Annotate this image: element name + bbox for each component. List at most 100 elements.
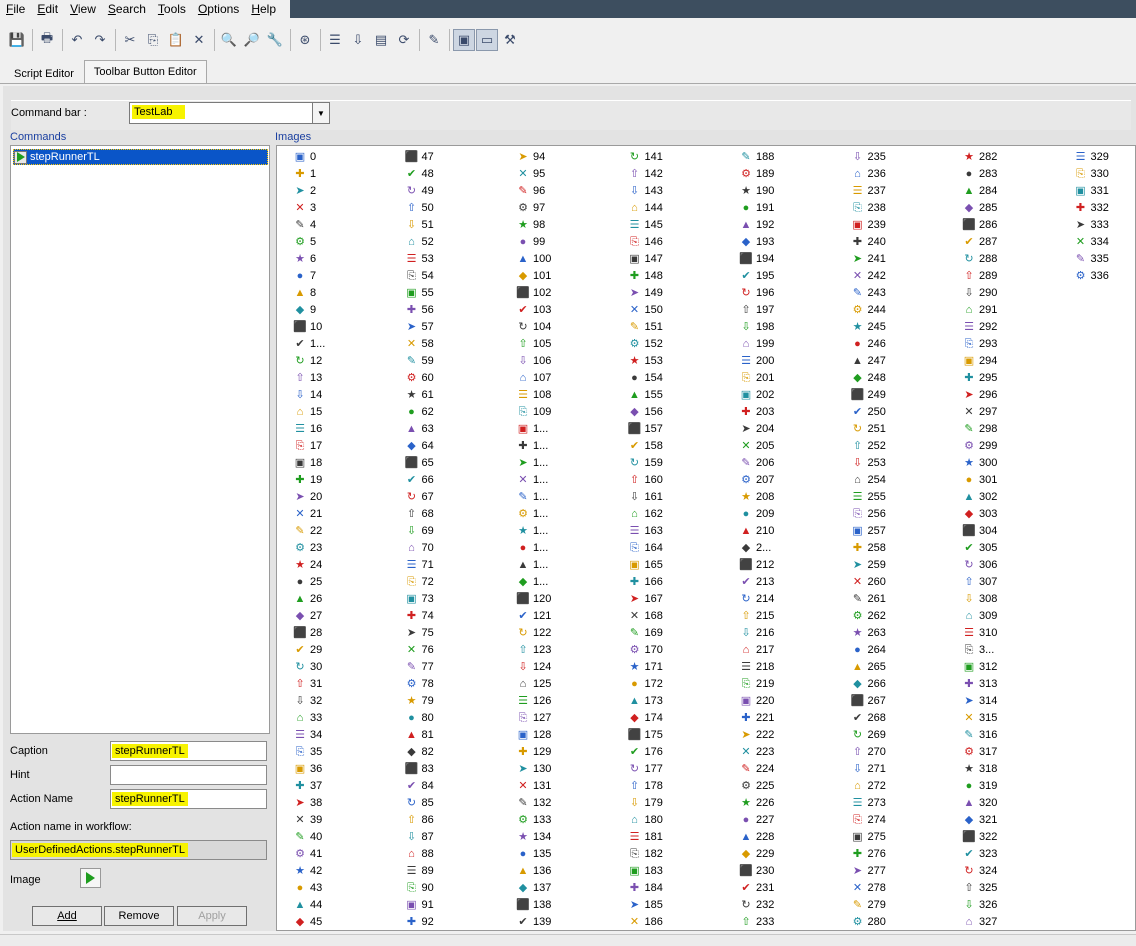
- image-item[interactable]: ★ 190: [739, 182, 849, 199]
- image-item[interactable]: ◆ 101: [516, 267, 626, 284]
- image-item[interactable]: ⇩ 235: [851, 148, 961, 165]
- image-item[interactable]: ⬛ 212: [739, 556, 849, 573]
- image-item[interactable]: ✕ 223: [739, 743, 849, 760]
- image-item[interactable]: ⚙ 5: [293, 233, 403, 250]
- image-item[interactable]: ⇧ 197: [739, 301, 849, 318]
- image-item[interactable]: ⇧ 289: [962, 267, 1072, 284]
- image-item[interactable]: ✕ 205: [739, 437, 849, 454]
- image-item[interactable]: ⌂ 272: [851, 777, 961, 794]
- image-item[interactable]: ⚙ 262: [851, 607, 961, 624]
- image-item[interactable]: ✚ 19: [293, 471, 403, 488]
- images-grid[interactable]: ▣ 0 ✚ 1 ➤ 2 ✕ 3 ✎ 4 ⚙ 5 ★ 6 ● 7 ▲ 8 ◆ 9 ⬛ 10 ✔ 1... ↻ 12 ⇧ 13 ⇩ 14 ⌂ 15…: [276, 145, 1136, 931]
- image-item[interactable]: ↻ 85: [405, 794, 515, 811]
- image-item[interactable]: ↻ 104: [516, 318, 626, 335]
- image-item[interactable]: ⇧ 50: [405, 199, 515, 216]
- image-item[interactable]: ▲ 173: [628, 692, 738, 709]
- image-item[interactable]: ☰ 218: [739, 658, 849, 675]
- image-item[interactable]: ➤ 222: [739, 726, 849, 743]
- image-item[interactable]: ↻ 324: [962, 862, 1072, 879]
- image-item[interactable]: ⬛ 175: [628, 726, 738, 743]
- image-item[interactable]: ★ 61: [405, 386, 515, 403]
- image-item[interactable]: ✎ 77: [405, 658, 515, 675]
- image-item[interactable]: ★ 153: [628, 352, 738, 369]
- image-item[interactable]: ⎘ 238: [851, 199, 961, 216]
- image-item[interactable]: ✕ 21: [293, 505, 403, 522]
- image-item[interactable]: ✔ 213: [739, 573, 849, 590]
- image-item[interactable]: ▣ 257: [851, 522, 961, 539]
- image-item[interactable]: ⌂ 125: [516, 675, 626, 692]
- image-item[interactable]: ✚ 184: [628, 879, 738, 896]
- image-item[interactable]: ✔ 84: [405, 777, 515, 794]
- image-item[interactable]: ⎘ 127: [516, 709, 626, 726]
- image-item[interactable]: ▣ 239: [851, 216, 961, 233]
- cut-icon[interactable]: ✂: [119, 29, 141, 51]
- image-item[interactable]: ⚙ 225: [739, 777, 849, 794]
- image-item[interactable]: ⌂ 107: [516, 369, 626, 386]
- image-item[interactable]: ◆ 45: [293, 913, 403, 930]
- image-item[interactable]: ▲ 284: [962, 182, 1072, 199]
- image-item[interactable]: ➤ 185: [628, 896, 738, 913]
- script-view-icon[interactable]: ▣: [453, 29, 475, 51]
- image-item[interactable]: ✚ 56: [405, 301, 515, 318]
- image-item[interactable]: ◆ 82: [405, 743, 515, 760]
- list-icon[interactable]: ☰: [324, 29, 346, 51]
- image-item[interactable]: ⬛ 194: [739, 250, 849, 267]
- image-item[interactable]: ☰ 71: [405, 556, 515, 573]
- image-item[interactable]: ⎘ 164: [628, 539, 738, 556]
- image-item[interactable]: ✔ 103: [516, 301, 626, 318]
- image-item[interactable]: ▲ 81: [405, 726, 515, 743]
- action-name-input[interactable]: stepRunnerTL: [110, 789, 267, 809]
- command-bar-select[interactable]: TestLab ▼: [129, 102, 330, 124]
- image-item[interactable]: ● 25: [293, 573, 403, 590]
- image-item[interactable]: ★ 134: [516, 828, 626, 845]
- image-item[interactable]: ✔ 305: [962, 539, 1072, 556]
- image-item[interactable]: ▣ 1...: [516, 420, 626, 437]
- image-item[interactable]: ⇩ 87: [405, 828, 515, 845]
- image-item[interactable]: ★ 1...: [516, 522, 626, 539]
- image-item[interactable]: ↻ 214: [739, 590, 849, 607]
- image-item[interactable]: ✕ 3: [293, 199, 403, 216]
- image-item[interactable]: ▣ 275: [851, 828, 961, 845]
- image-item[interactable]: ✚ 221: [739, 709, 849, 726]
- image-item[interactable]: ◆ 9: [293, 301, 403, 318]
- image-item[interactable]: ☰ 292: [962, 318, 1072, 335]
- document-icon[interactable]: ▤: [370, 29, 392, 51]
- image-item[interactable]: ✚ 313: [962, 675, 1072, 692]
- image-item[interactable]: ● 319: [962, 777, 1072, 794]
- image-item[interactable]: ✔ 176: [628, 743, 738, 760]
- image-item[interactable]: ⇩ 32: [293, 692, 403, 709]
- commands-list[interactable]: stepRunnerTL: [10, 145, 270, 734]
- chevron-down-icon[interactable]: ▼: [312, 103, 329, 123]
- image-item[interactable]: ✔ 158: [628, 437, 738, 454]
- image-item[interactable]: ● 7: [293, 267, 403, 284]
- image-item[interactable]: ☰ 329: [1074, 148, 1136, 165]
- image-item[interactable]: ↻ 30: [293, 658, 403, 675]
- image-item[interactable]: ➤ 204: [739, 420, 849, 437]
- image-item[interactable]: ✎ 59: [405, 352, 515, 369]
- image-item[interactable]: ✔ 195: [739, 267, 849, 284]
- image-item[interactable]: ✕ 315: [962, 709, 1072, 726]
- image-item[interactable]: ↻ 49: [405, 182, 515, 199]
- image-item[interactable]: ⬛ 286: [962, 216, 1072, 233]
- image-item[interactable]: ⚙ 152: [628, 335, 738, 352]
- image-item[interactable]: ◆ 156: [628, 403, 738, 420]
- menu-help[interactable]: Help: [245, 1, 282, 17]
- image-item[interactable]: ↻ 141: [628, 148, 738, 165]
- image-item[interactable]: ⬛ 304: [962, 522, 1072, 539]
- image-item[interactable]: ☰ 16: [293, 420, 403, 437]
- menu-options[interactable]: Options: [192, 1, 245, 17]
- delete-icon[interactable]: ✕: [188, 29, 210, 51]
- image-item[interactable]: ◆ 248: [851, 369, 961, 386]
- image-item[interactable]: ● 283: [962, 165, 1072, 182]
- image-item[interactable]: ↻ 177: [628, 760, 738, 777]
- image-item[interactable]: ⌂ 291: [962, 301, 1072, 318]
- image-item[interactable]: ★ 245: [851, 318, 961, 335]
- image-item[interactable]: ✚ 92: [405, 913, 515, 930]
- image-item[interactable]: ↻ 159: [628, 454, 738, 471]
- image-item[interactable]: ✔ 29: [293, 641, 403, 658]
- image-item[interactable]: ➤ 130: [516, 760, 626, 777]
- image-item[interactable]: ▲ 320: [962, 794, 1072, 811]
- image-item[interactable]: ☰ 108: [516, 386, 626, 403]
- image-item[interactable]: ▲ 302: [962, 488, 1072, 505]
- image-item[interactable]: ▲ 210: [739, 522, 849, 539]
